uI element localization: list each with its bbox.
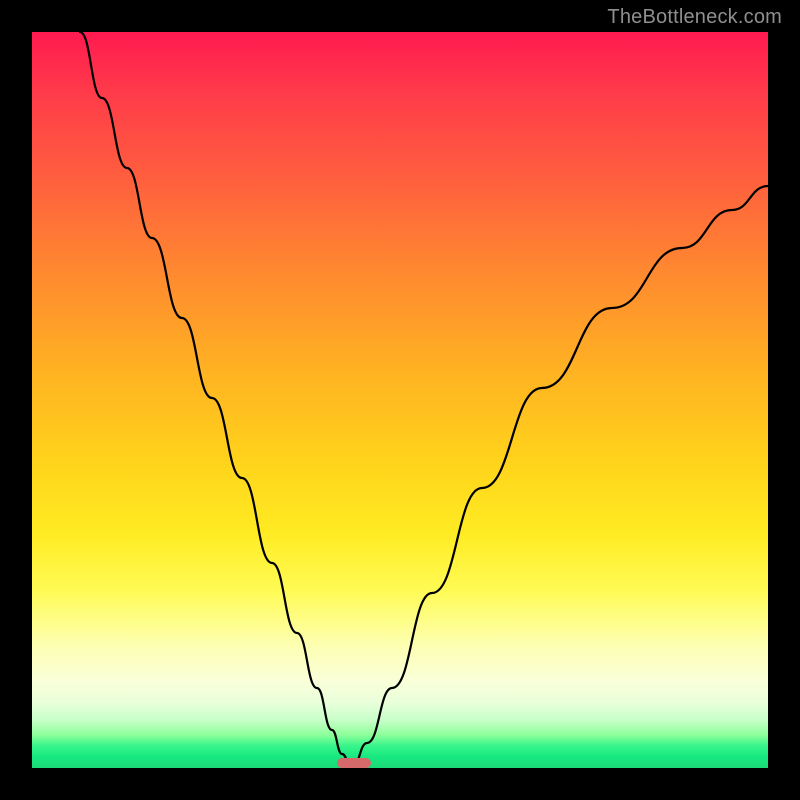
chart-frame: TheBottleneck.com [0,0,800,800]
curve-right-branch [352,186,768,768]
watermark-text: TheBottleneck.com [607,6,782,29]
cusp-marker [337,758,371,768]
curve-left-branch [80,32,352,768]
bottleneck-curve [32,32,768,768]
plot-area [32,32,768,768]
